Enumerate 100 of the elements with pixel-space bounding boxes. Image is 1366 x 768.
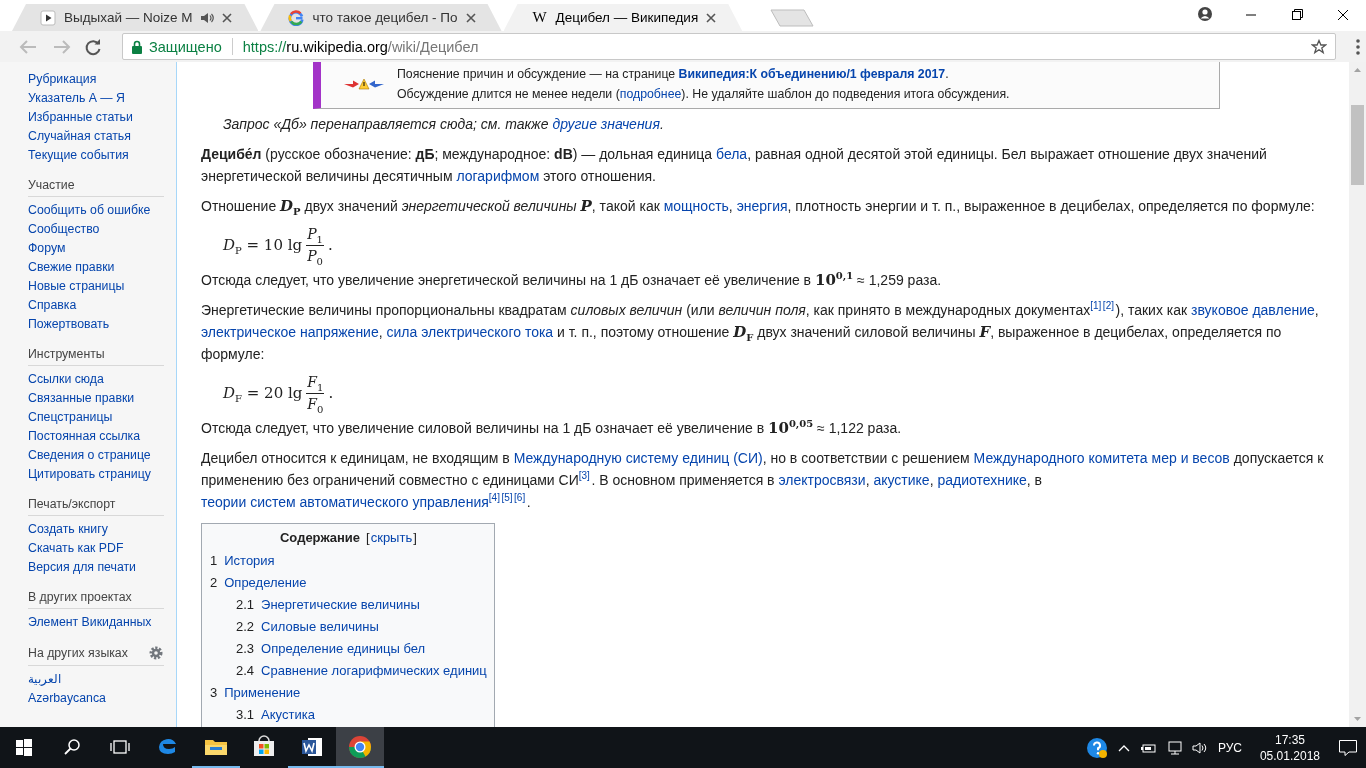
sidebar-link[interactable]: Создать книгу xyxy=(28,520,108,539)
sidebar-heading: Инструменты xyxy=(28,347,105,361)
notifications-icon[interactable] xyxy=(1338,738,1358,757)
text-link[interactable]: логарифмом xyxy=(456,168,540,184)
sidebar-link[interactable]: Постоянная ссылка xyxy=(28,427,141,446)
reference-link[interactable]: [4] xyxy=(488,492,500,504)
sidebar-link[interactable]: Избранные статьи xyxy=(28,108,133,127)
sidebar-link[interactable]: Azərbaycanca xyxy=(28,689,106,708)
tab-title: Децибел — Википедия xyxy=(555,10,699,25)
close-icon[interactable] xyxy=(706,12,717,23)
scrollbar[interactable] xyxy=(1349,62,1366,727)
sidebar-link[interactable]: Указатель А — Я xyxy=(28,89,125,108)
sidebar-link[interactable]: العربية xyxy=(28,670,61,689)
text-link[interactable]: звуковое давление xyxy=(1191,302,1315,318)
article-paragraph: Отсюда следует, что увеличение энергетической величины на 1 дБ означает её увеличение в 10$^{0,1}$ ≈ 1,259 раза. xyxy=(201,269,943,291)
sidebar-link[interactable]: Пожертвовать xyxy=(28,315,110,334)
settings-icon[interactable] xyxy=(148,645,164,661)
text-link[interactable]: сила электрического тока xyxy=(386,324,554,340)
text-link[interactable]: радиотехнике xyxy=(937,472,1027,488)
speaker-icon[interactable] xyxy=(200,10,215,25)
reference-link[interactable]: [6] xyxy=(514,492,526,504)
sidebar-heading: На других языках xyxy=(28,646,128,660)
clock-time[interactable]: 17:35 xyxy=(1274,731,1305,748)
google-icon xyxy=(288,9,305,26)
text-link[interactable]: теории систем автоматического управления xyxy=(201,494,489,510)
toc-link[interactable]: 2.1 Энергетические величины xyxy=(236,594,487,616)
text-link[interactable]: электрическое напряжение xyxy=(201,324,379,340)
language-indicator[interactable]: РУС xyxy=(1217,740,1242,755)
sidebar-link[interactable]: Скачать как PDF xyxy=(28,539,124,558)
sidebar-link[interactable]: Сообщить об ошибке xyxy=(28,201,151,220)
close-icon[interactable] xyxy=(465,12,476,23)
sidebar-link[interactable]: Форум xyxy=(28,239,66,258)
volume-icon[interactable] xyxy=(1191,740,1208,755)
sidebar-link[interactable]: Связанные правки xyxy=(28,389,135,408)
text-link[interactable]: Международную систему единиц (СИ) xyxy=(513,450,763,466)
taskbar-button[interactable] xyxy=(336,727,384,768)
lock-icon xyxy=(131,39,143,54)
network-icon[interactable] xyxy=(1165,740,1182,755)
toc-link[interactable]: 3 Применение xyxy=(210,682,487,704)
sidebar-link[interactable]: Сообщество xyxy=(28,220,100,239)
reference-link[interactable]: [1] xyxy=(1090,300,1102,312)
text-link[interactable]: электросвязи xyxy=(778,472,866,488)
reference-link[interactable]: [3] xyxy=(578,470,590,482)
close-icon[interactable] xyxy=(222,12,233,23)
sidebar-link[interactable]: Текущие события xyxy=(28,146,129,165)
sidebar-heading: В других проектах xyxy=(28,590,132,604)
text-link[interactable]: Международного комитета мер и весов xyxy=(973,450,1230,466)
text-link[interactable]: энергия xyxy=(736,198,788,214)
hatnote: Запрос «Дб» перенаправляется сюда; см. также другие значения. xyxy=(222,115,665,134)
wikipedia-icon: W xyxy=(531,9,548,26)
toc-title: Содержание xyxy=(280,530,361,545)
sidebar-link[interactable]: Случайная статья xyxy=(28,127,131,146)
toc-link[interactable]: 3.1 Акустика xyxy=(236,704,487,726)
play-icon xyxy=(40,9,56,26)
text-link[interactable]: мощность xyxy=(663,198,729,214)
toc-link[interactable]: 2.3 Определение единицы бел xyxy=(236,638,487,660)
sidebar-heading: Участие xyxy=(28,178,75,192)
toc-link[interactable]: 2.2 Силовые величины xyxy=(236,616,487,638)
sidebar-link[interactable]: Рубрикация xyxy=(28,70,97,89)
browser-tab[interactable]: W Децибел — Википедия xyxy=(503,4,743,31)
sidebar-link[interactable]: Свежие правки xyxy=(28,258,115,277)
text-link[interactable]: подробнее xyxy=(619,87,682,101)
article-paragraph: Децибе́л (русское обозначение: дБ; международное: dB) — дольная единица бела, равная одной десятой этой единицы. Бел выражает отношение двух значений энергетической величины десятичным логарифмом этого отношения. xyxy=(201,145,1268,186)
merge-arrows-icon xyxy=(343,77,385,91)
article-paragraph: Энергетические величины пропорциональны квадратам силовых величин (или величин поля, как принято в международных документах$^{[1]}$$^{[2]}$), таких как звуковое давление, электрическое напряжение, сила электрического тока и т. п., поэтому отношение D$_{F}$ двух значений силовой величины F, выраженное в децибелах, определяется по формуле: xyxy=(201,299,1320,364)
notice-text: Пояснение причин и обсуждение — на странице Википедия:К объединению/1 февраля 2017. xyxy=(397,66,950,83)
sidebar-link[interactable]: Новые страницы xyxy=(28,277,125,296)
article-paragraph: Отсюда следует, что увеличение силовой величины на 1 дБ означает её увеличение в 10$^{0,05}$ ≈ 1,122 раза. xyxy=(201,417,903,439)
browser-tab[interactable]: Выдыхай — Noize M xyxy=(12,4,259,31)
sidebar-link[interactable]: Сведения о странице xyxy=(28,446,151,465)
toc-link[interactable]: 2 Определение xyxy=(210,572,487,594)
sidebar-link[interactable]: Элемент Викиданных xyxy=(28,613,152,632)
toc-link[interactable]: 1 История xyxy=(210,550,487,572)
battery-icon[interactable] xyxy=(1139,741,1156,754)
security-label: Защищено xyxy=(149,38,222,55)
toc-link[interactable]: 2.4 Сравнение логарифмических единиц xyxy=(236,660,487,682)
help-icon[interactable] xyxy=(1085,736,1108,759)
sidebar-heading: Печать/экспорт xyxy=(28,497,116,511)
notice-text: Обсуждение длится не менее недели (подробнее). Не удаляйте шаблон до подведения итога обсуждения. xyxy=(397,86,1010,103)
bracket: ] xyxy=(413,530,417,545)
sidebar-link[interactable]: Версия для печати xyxy=(28,558,136,577)
sidebar-link[interactable]: Спецстраницы xyxy=(28,408,113,427)
clock-date[interactable]: 05.01.2018 xyxy=(1259,747,1320,764)
toc-toggle-link[interactable]: скрыть xyxy=(370,530,413,545)
browser-tab[interactable]: что такое децибел - По xyxy=(260,4,502,31)
reference-link[interactable]: [2] xyxy=(1102,300,1114,312)
address-bar[interactable]: Защищено https://ru.wikipedia.org/wiki/Децибел xyxy=(122,33,1336,60)
text-link[interactable]: Википедия:К объединению/1 февраля 2017 xyxy=(678,67,946,81)
sidebar-link[interactable]: Справка xyxy=(28,296,77,315)
text-link[interactable]: акустике xyxy=(873,472,930,488)
url-text: https://ru.wikipedia.org/wiki/Децибел xyxy=(242,38,480,55)
bracket: [ xyxy=(366,530,370,545)
tab-title: что такое децибел - По xyxy=(312,10,458,25)
text-link[interactable]: другие значения xyxy=(552,116,660,132)
reference-link[interactable]: [5] xyxy=(501,492,513,504)
sidebar-link[interactable]: Ссылки сюда xyxy=(28,370,104,389)
article-paragraph: Отношение D$_{P}$ двух значений энергетической величины P, такой как мощность, энергия, плотность энергии и т. п., выраженное в децибелах, определяется по формуле: xyxy=(201,196,1316,217)
sidebar-link[interactable]: Цитировать страницу xyxy=(28,465,151,484)
tab-title: Выдыхай — Noize M xyxy=(64,10,193,25)
star-icon[interactable] xyxy=(1311,38,1327,55)
